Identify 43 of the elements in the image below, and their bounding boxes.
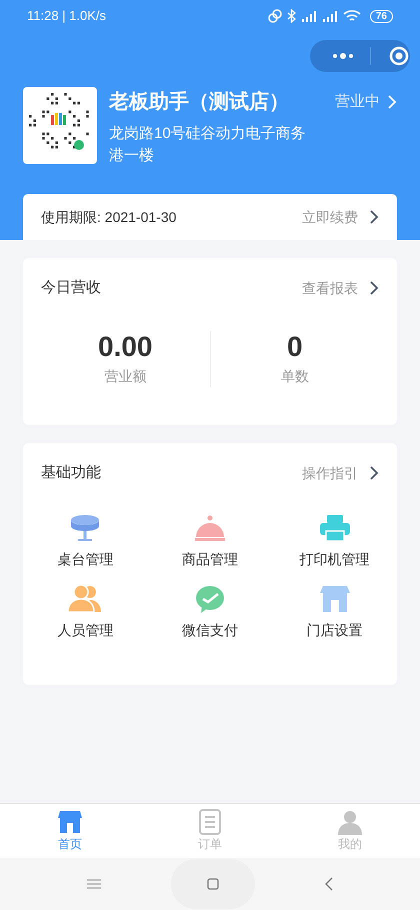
tab-item[interactable]: 首页 (0, 804, 140, 858)
store-address: 龙岗路10号硅谷动力电子商务港一楼 (109, 124, 307, 166)
function-item[interactable]: 门店设置 (272, 584, 397, 641)
card-title: 今日营收 (41, 278, 101, 298)
function-item[interactable]: 桌台管理 (23, 513, 148, 570)
chevron-right-icon (370, 466, 379, 480)
more-icon[interactable] (332, 53, 354, 59)
order-count: 0 (286, 330, 303, 364)
store-status-link[interactable]: 营业中 (335, 90, 397, 114)
renew-link[interactable]: 立即续费 (302, 206, 379, 228)
battery-icon: 76 (370, 10, 393, 22)
stat-label: 单数 (280, 367, 309, 386)
guide-link[interactable]: 操作指引 (302, 462, 379, 484)
home-icon[interactable] (207, 878, 219, 890)
menu-icon[interactable] (87, 879, 101, 889)
status-time: 11:28 | 1.0K/s (27, 7, 106, 26)
chevron-right-icon (370, 210, 379, 224)
link-icon (268, 9, 282, 23)
report-link[interactable]: 查看报表 (302, 278, 379, 298)
people-icon (67, 584, 104, 614)
function-item[interactable]: 微信支付 (148, 584, 272, 641)
tab-item[interactable]: 订单 (140, 804, 280, 858)
back-icon[interactable] (325, 877, 333, 891)
function-item[interactable]: 商品管理 (148, 513, 272, 570)
stat-label: 营业额 (104, 367, 146, 386)
tab-item[interactable]: 我的 (280, 804, 420, 858)
person-icon (337, 809, 363, 835)
document-icon (197, 809, 223, 835)
storefront-icon (57, 809, 83, 835)
capsule-menu[interactable] (310, 40, 410, 72)
revenue-amount: 0.00 (98, 330, 152, 364)
close-target-icon[interactable] (389, 46, 409, 66)
function-item[interactable]: 打印机管理 (272, 513, 397, 570)
chevron-right-icon (370, 281, 379, 295)
function-item[interactable]: 人员管理 (23, 584, 148, 641)
bluetooth-icon (286, 9, 296, 23)
signal-icon (322, 10, 338, 22)
wifi-icon (342, 10, 361, 22)
card-title: 基础功能 (41, 462, 101, 483)
expiry-date: 使用期限: 2021-01-30 (41, 208, 176, 226)
store-name: 老板助手（测试店） (109, 90, 289, 115)
signal-icon (300, 10, 317, 22)
chevron-right-icon (388, 95, 397, 109)
